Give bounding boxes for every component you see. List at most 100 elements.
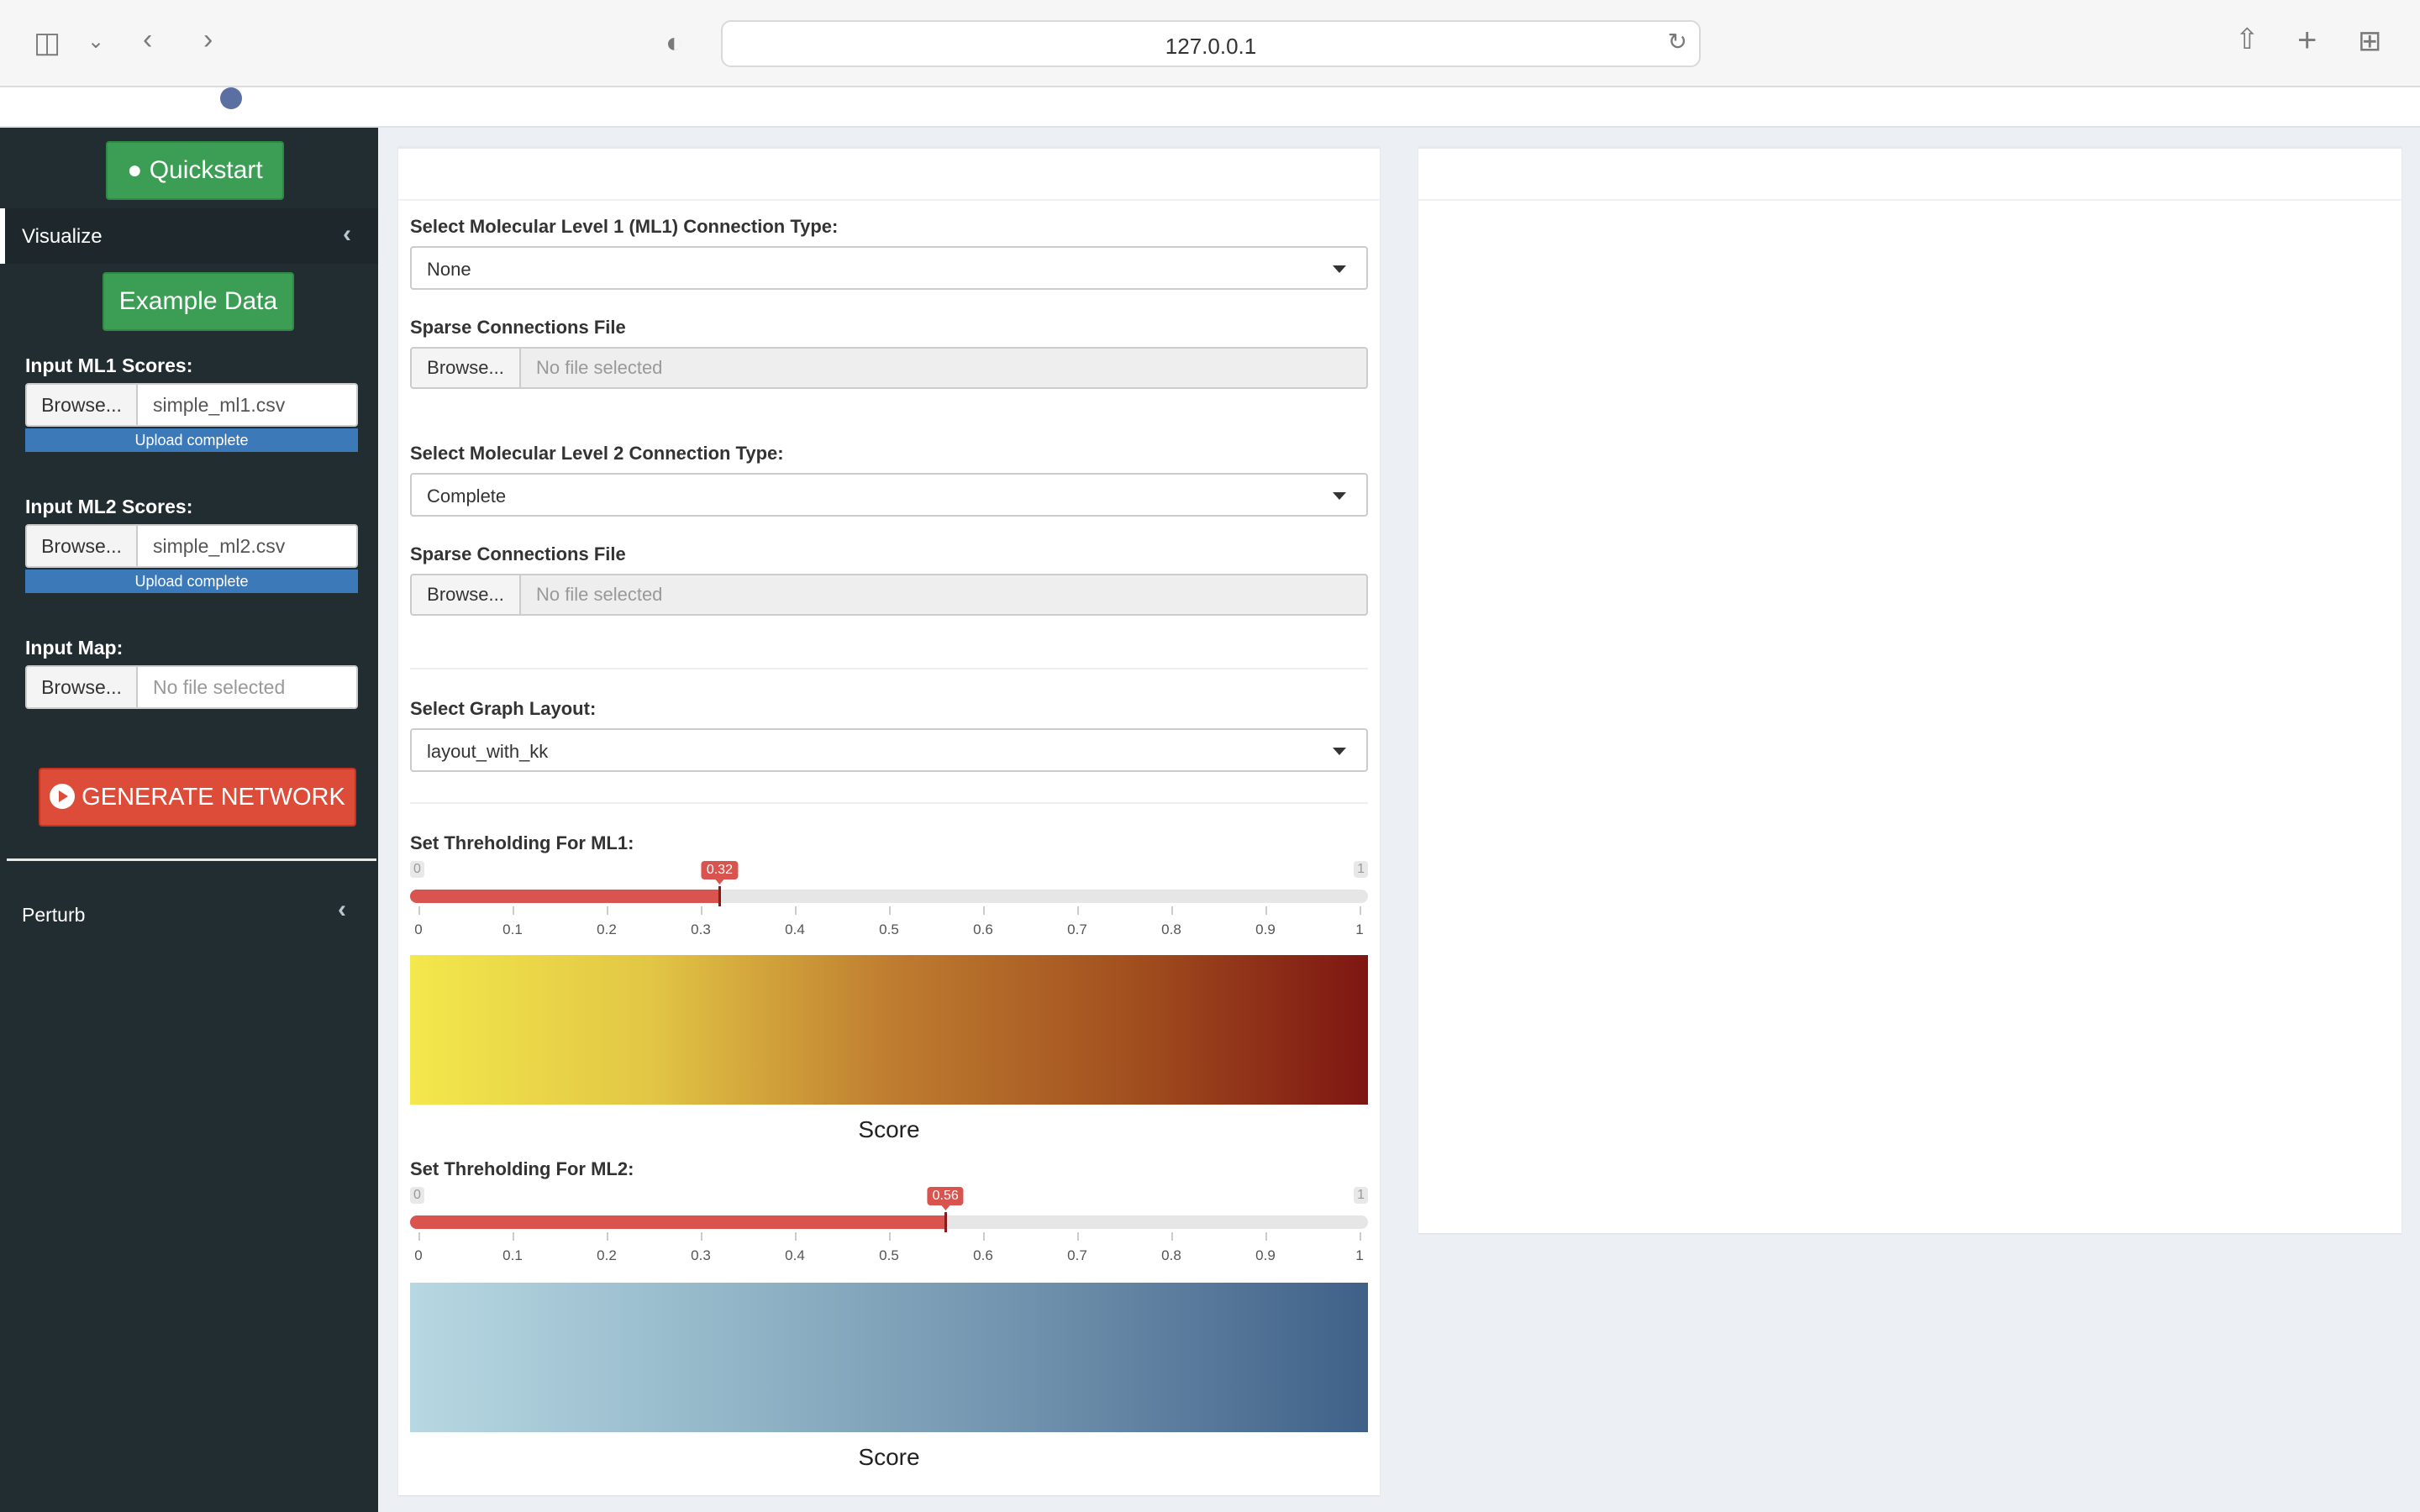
generate-network-button[interactable]: GENERATE NETWORK — [39, 768, 356, 827]
map-input-label: Input Map: — [25, 637, 124, 659]
slider-tick-label: 0.1 — [502, 921, 523, 937]
slider-tick-label: 0.4 — [785, 921, 805, 937]
slider-tick-label: 0.5 — [879, 921, 899, 937]
sparse1-file-name: No file selected — [519, 347, 1368, 389]
slider-tick — [795, 906, 797, 915]
select-value: layout_with_kk — [427, 741, 549, 762]
map-browse-button[interactable]: Browse... — [25, 665, 138, 709]
slider-tick — [513, 1232, 514, 1241]
sparse2-file-input[interactable]: Browse... No file selected — [410, 574, 1368, 616]
slider-tick-label: 0.3 — [691, 921, 711, 937]
ml2-threshold-slider[interactable]: 0 1 0.56 0 0.1 0.2 0.3 0.4 0.5 0.6 0.7 0.8 0.9 1 — [410, 1187, 1368, 1271]
ml1-browse-button[interactable]: Browse... — [25, 383, 138, 427]
slider-ticks: 0 0.1 0.2 0.3 0.4 0.5 0.6 0.7 0.8 0.9 1 — [410, 906, 1368, 948]
quickstart-button[interactable]: ● Quickstart — [106, 141, 284, 200]
share-icon[interactable]: ⇧ — [2235, 25, 2260, 54]
ml2-score-legend-label: Score — [858, 1444, 920, 1470]
shield-icon[interactable]: ◐ — [666, 29, 683, 57]
slider-value-bubble: 0.56 — [927, 1187, 964, 1210]
ml1-file-input[interactable]: Browse... simple_ml1.csv — [25, 383, 358, 427]
sidebar-item-perturb[interactable]: Perturb — [22, 904, 85, 927]
select-value: Complete — [427, 486, 507, 507]
back-icon[interactable]: ‹ — [143, 25, 152, 54]
slider-tick-label: 0.9 — [1255, 921, 1276, 937]
slider-handle[interactable] — [944, 1212, 948, 1232]
sparse1-file-input[interactable]: Browse... No file selected — [410, 347, 1368, 389]
sparse2-browse-button[interactable]: Browse... — [410, 574, 521, 616]
slider-tick-label: 0.6 — [973, 921, 993, 937]
ml1-connection-label: Select Molecular Level 1 (ML1) Connectio… — [410, 216, 839, 237]
sidebar-divider — [7, 858, 376, 861]
ml1-upload-progress: Upload complete — [25, 428, 358, 452]
ml2-connection-select[interactable]: Complete — [410, 473, 1368, 517]
slider-handle[interactable] — [718, 886, 722, 906]
slider-tick — [1360, 906, 1361, 915]
ml1-connection-select[interactable]: None — [410, 246, 1368, 290]
ml2-browse-button[interactable]: Browse... — [25, 524, 138, 568]
slider-track[interactable] — [410, 890, 1368, 903]
slider-min-label: 0 — [410, 1187, 424, 1204]
slider-tick — [607, 906, 608, 915]
map-file-input[interactable]: Browse... No file selected — [25, 665, 358, 709]
reload-icon[interactable]: ↻ — [1668, 30, 1687, 54]
slider-tick — [983, 906, 985, 915]
graph-layout-select[interactable]: layout_with_kk — [410, 728, 1368, 772]
ml2-upload-progress: Upload complete — [25, 570, 358, 593]
slider-tick — [1171, 1232, 1173, 1241]
slider-tick-label: 1 — [1355, 921, 1364, 937]
slider-tick — [1265, 1232, 1267, 1241]
address-bar[interactable]: 127.0.0.1 ↻ — [721, 20, 1701, 67]
sparse2-label: Sparse Connections File — [410, 543, 626, 564]
sparse1-browse-button[interactable]: Browse... — [410, 347, 521, 389]
slider-tick-label: 0.5 — [879, 1247, 899, 1263]
slider-fill — [410, 1215, 946, 1229]
caret-down-icon — [1333, 492, 1346, 500]
slider-tick-label: 0.7 — [1067, 921, 1087, 937]
url-text: 127.0.0.1 — [1165, 34, 1257, 59]
slider-value-bubble: 0.32 — [701, 861, 738, 885]
sidebar-toggle-icon[interactable]: ◫ — [34, 29, 60, 57]
slider-track[interactable] — [410, 1215, 1368, 1229]
sparse1-label: Sparse Connections File — [410, 317, 626, 338]
slider-tick — [1360, 1232, 1361, 1241]
app-header — [0, 87, 2420, 128]
slider-tick-label: 0 — [414, 1247, 423, 1263]
ml1-input-label: Input ML1 Scores: — [25, 354, 193, 376]
sidebar-item-visualize[interactable]: Visualize ‹ — [0, 208, 378, 264]
tab-overview-icon[interactable]: ⊞ — [2358, 27, 2382, 55]
divider — [410, 802, 1368, 804]
ml2-input-label: Input ML2 Scores: — [25, 496, 193, 517]
slider-tick — [889, 1232, 891, 1241]
slider-tick — [418, 906, 420, 915]
slider-tick — [889, 906, 891, 915]
slider-tick-label: 0.7 — [1067, 1247, 1087, 1263]
slider-tick-label: 1 — [1355, 1247, 1364, 1263]
chevron-left-icon[interactable]: ‹ — [338, 895, 346, 924]
slider-tick-label: 0.1 — [502, 1247, 523, 1263]
slider-tick — [1077, 1232, 1079, 1241]
ml1-file-name: simple_ml1.csv — [136, 383, 358, 427]
new-tab-icon[interactable]: + — [2297, 24, 2317, 57]
ml1-threshold-slider[interactable]: 0 1 0.32 0 0.1 0.2 0.3 0.4 0.5 0.6 0.7 0.8 0.9 1 — [410, 861, 1368, 945]
slider-ticks: 0 0.1 0.2 0.3 0.4 0.5 0.6 0.7 0.8 0.9 1 — [410, 1232, 1368, 1274]
slider-tick — [701, 1232, 702, 1241]
forward-icon[interactable]: › — [203, 25, 213, 54]
slider-tick — [983, 1232, 985, 1241]
slider-tick-label: 0.4 — [785, 1247, 805, 1263]
graph-layout-label: Select Graph Layout: — [410, 698, 597, 719]
slider-tick-label: 0.8 — [1161, 1247, 1181, 1263]
sparse2-file-name: No file selected — [519, 574, 1368, 616]
ml1-score-gradient — [410, 955, 1368, 1105]
slider-max-label: 1 — [1354, 861, 1368, 878]
caret-down-icon — [1333, 748, 1346, 755]
slider-tick — [1171, 906, 1173, 915]
user-icon: ● — [127, 156, 143, 184]
slider-tick-label: 0.2 — [597, 1247, 617, 1263]
ml2-file-input[interactable]: Browse... simple_ml2.csv — [25, 524, 358, 568]
chevron-down-icon[interactable]: ⌄ — [87, 32, 104, 52]
example-data-button[interactable]: Example Data — [103, 272, 294, 331]
slider-max-label: 1 — [1354, 1187, 1368, 1204]
slider-tick-label: 0.9 — [1255, 1247, 1276, 1263]
slider-tick-label: 0.6 — [973, 1247, 993, 1263]
slider-fill — [410, 890, 720, 903]
